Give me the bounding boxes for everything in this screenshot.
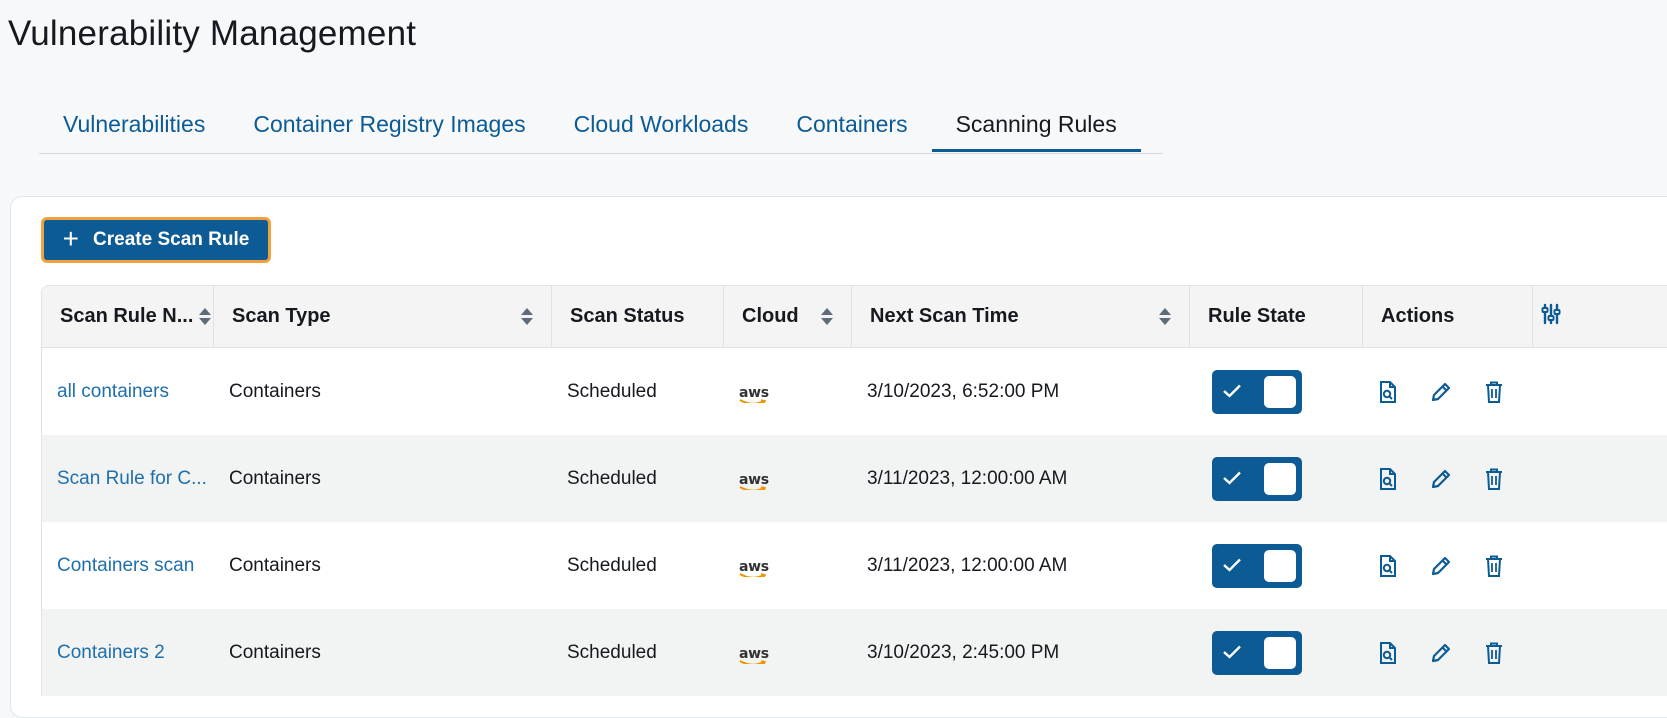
table-header: Scan Rule N... Scan Type Scan Status Clo… — [42, 286, 1667, 348]
check-icon — [1223, 384, 1241, 398]
scan-type-cell: Containers — [229, 380, 321, 402]
column-header-label: Scan Rule N... — [60, 305, 194, 327]
cloud-cell: aws — [724, 381, 852, 403]
view-report-icon[interactable] — [1377, 467, 1399, 491]
edit-icon[interactable] — [1429, 467, 1453, 491]
actions-cell — [1363, 380, 1667, 404]
column-header-label: Scan Type — [232, 305, 331, 327]
aws-logo-icon: aws — [739, 386, 769, 403]
table-row: Scan Rule for C... Containers Scheduled … — [42, 435, 1667, 522]
page-title: Vulnerability Management — [8, 14, 417, 53]
column-header-scan-status: Scan Status — [552, 286, 724, 347]
toggle-knob — [1264, 375, 1296, 408]
rule-state-cell — [1190, 369, 1363, 414]
actions-cell — [1363, 467, 1667, 491]
check-icon — [1223, 558, 1241, 572]
rule-state-toggle[interactable] — [1212, 456, 1302, 501]
next-scan-time-cell: 3/10/2023, 2:45:00 PM — [867, 641, 1060, 663]
sort-icon[interactable] — [821, 308, 833, 325]
scan-type-cell: Containers — [229, 467, 321, 489]
column-header-label: Cloud — [742, 305, 799, 327]
column-header-scan-type[interactable]: Scan Type — [214, 286, 552, 347]
table-row: Containers 2 Containers Scheduled aws 3/… — [42, 609, 1667, 696]
sliders-icon[interactable] — [1541, 303, 1561, 331]
toggle-knob — [1264, 636, 1296, 669]
rule-state-cell — [1190, 456, 1363, 501]
tab-vulnerabilities[interactable]: Vulnerabilities — [39, 98, 229, 152]
scan-status-cell: Scheduled — [567, 641, 657, 663]
check-icon — [1223, 471, 1241, 485]
column-header-label: Rule State — [1208, 305, 1306, 327]
delete-icon[interactable] — [1483, 554, 1505, 578]
sort-icon[interactable] — [1159, 308, 1171, 325]
column-header-scan-rule-name[interactable]: Scan Rule N... — [42, 286, 214, 347]
tab-containers[interactable]: Containers — [772, 98, 931, 152]
rule-state-cell — [1190, 630, 1363, 675]
column-header-label: Actions — [1381, 305, 1455, 327]
delete-icon[interactable] — [1483, 380, 1505, 404]
actions-cell — [1363, 554, 1667, 578]
aws-logo-icon: aws — [739, 647, 769, 664]
scan-rule-name-link[interactable]: all containers — [42, 381, 214, 403]
scan-status-cell: Scheduled — [567, 467, 657, 489]
table-row: all containers Containers Scheduled aws … — [42, 348, 1667, 435]
view-report-icon[interactable] — [1377, 641, 1399, 665]
create-scan-rule-button[interactable]: + Create Scan Rule — [41, 217, 271, 263]
aws-logo-icon: aws — [739, 473, 769, 490]
create-scan-rule-label: Create Scan Rule — [93, 229, 250, 250]
rule-state-cell — [1190, 543, 1363, 588]
column-header-label: Scan Status — [570, 305, 685, 327]
actions-cell — [1363, 641, 1667, 665]
scan-status-cell: Scheduled — [567, 380, 657, 402]
toggle-knob — [1264, 462, 1296, 495]
scan-status-cell: Scheduled — [567, 554, 657, 576]
edit-icon[interactable] — [1429, 641, 1453, 665]
tab-cloud-workloads[interactable]: Cloud Workloads — [550, 98, 773, 152]
column-header-cloud[interactable]: Cloud — [724, 286, 852, 347]
rule-state-toggle[interactable] — [1212, 630, 1302, 675]
column-header-next-scan-time[interactable]: Next Scan Time — [852, 286, 1190, 347]
sort-icon[interactable] — [521, 308, 533, 325]
table-row: Containers scan Containers Scheduled aws… — [42, 522, 1667, 609]
scan-type-cell: Containers — [229, 641, 321, 663]
rule-state-toggle[interactable] — [1212, 543, 1302, 588]
next-scan-time-cell: 3/11/2023, 12:00:00 AM — [867, 554, 1068, 576]
tab-container-registry-images[interactable]: Container Registry Images — [229, 98, 549, 152]
cloud-cell: aws — [724, 555, 852, 577]
check-icon — [1223, 645, 1241, 659]
rule-state-toggle[interactable] — [1212, 369, 1302, 414]
edit-icon[interactable] — [1429, 554, 1453, 578]
column-header-label: Next Scan Time — [870, 305, 1019, 327]
tab-bar: Vulnerabilities Container Registry Image… — [39, 98, 1163, 154]
column-header-rule-state: Rule State — [1190, 286, 1363, 347]
plus-icon: + — [62, 223, 80, 254]
tab-scanning-rules[interactable]: Scanning Rules — [931, 98, 1141, 152]
next-scan-time-cell: 3/11/2023, 12:00:00 AM — [867, 467, 1068, 489]
column-header-actions: Actions — [1363, 286, 1533, 347]
scan-rule-name-link[interactable]: Containers scan — [42, 555, 214, 577]
scan-type-cell: Containers — [229, 554, 321, 576]
view-report-icon[interactable] — [1377, 554, 1399, 578]
aws-logo-icon: aws — [739, 560, 769, 577]
cloud-cell: aws — [724, 642, 852, 664]
scan-rule-name-link[interactable]: Scan Rule for C... — [42, 468, 214, 490]
delete-icon[interactable] — [1483, 467, 1505, 491]
toggle-knob — [1264, 549, 1296, 582]
edit-icon[interactable] — [1429, 380, 1453, 404]
delete-icon[interactable] — [1483, 641, 1505, 665]
scan-rules-panel: + Create Scan Rule Scan Rule N... Scan T… — [10, 196, 1667, 718]
sort-icon[interactable] — [199, 308, 212, 325]
next-scan-time-cell: 3/10/2023, 6:52:00 PM — [867, 380, 1060, 402]
scan-rules-table: Scan Rule N... Scan Type Scan Status Clo… — [41, 285, 1667, 696]
view-report-icon[interactable] — [1377, 380, 1399, 404]
table-body: all containers Containers Scheduled aws … — [42, 348, 1667, 696]
column-settings[interactable] — [1533, 286, 1667, 347]
scan-rule-name-link[interactable]: Containers 2 — [42, 642, 214, 664]
cloud-cell: aws — [724, 468, 852, 490]
